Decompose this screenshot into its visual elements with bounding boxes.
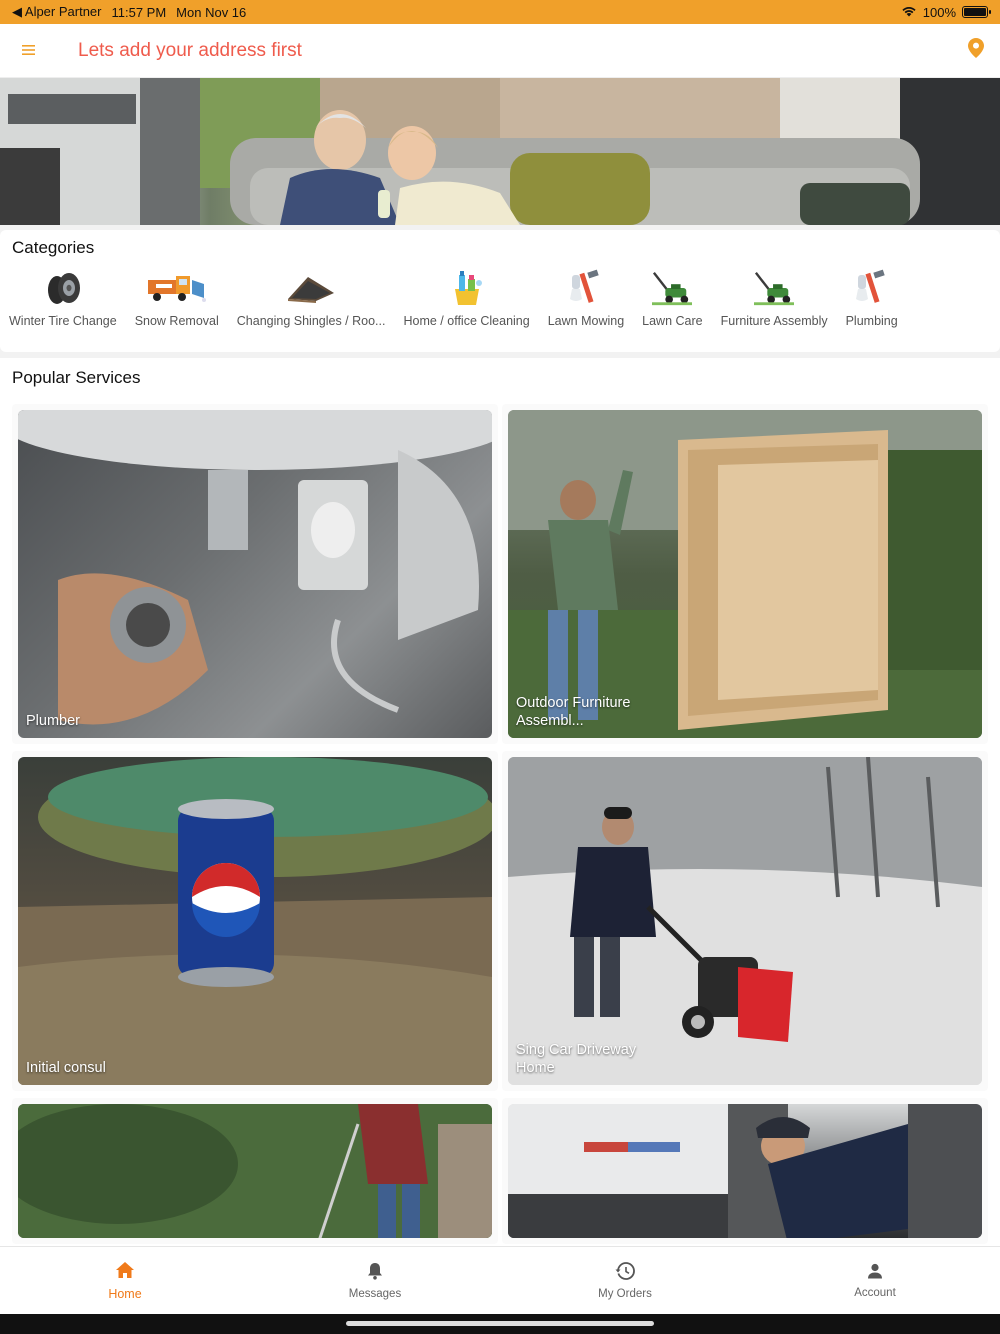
bottom-tab-bar: Home Messages My Orders Account xyxy=(0,1246,1000,1314)
category-label: Lawn Care xyxy=(642,314,703,328)
pipe-wrench-icon xyxy=(566,268,606,308)
service-image: Plumber xyxy=(18,410,492,738)
category-label: Furniture Assembly xyxy=(720,314,828,328)
map-pin-icon xyxy=(968,38,984,63)
tab-my-orders[interactable]: My Orders xyxy=(500,1247,750,1314)
menu-button[interactable] xyxy=(0,24,56,78)
service-image xyxy=(18,1104,492,1238)
categories-list[interactable]: Winter Tire Change Snow Removal Changing… xyxy=(0,268,1000,328)
service-label: Outdoor Furniture Assembl... xyxy=(516,695,631,729)
tab-messages[interactable]: Messages xyxy=(250,1247,500,1314)
snow-photo xyxy=(508,757,982,1085)
service-card-initial-consul[interactable]: Initial consul xyxy=(12,751,498,1091)
category-changing-shingles[interactable]: Changing Shingles / Roo... xyxy=(228,268,395,328)
service-card-outdoor-furniture[interactable]: Outdoor Furniture Assembl... xyxy=(502,404,988,744)
bell-icon xyxy=(367,1262,383,1285)
status-time: 11:57 PM xyxy=(111,4,167,20)
service-image: Outdoor Furniture Assembl... xyxy=(508,410,982,738)
service-image: Initial consul xyxy=(18,757,492,1085)
address-prompt-title[interactable]: Lets add your address first xyxy=(78,40,302,62)
lawn-photo xyxy=(18,1104,492,1238)
home-indicator[interactable] xyxy=(346,1321,654,1326)
tire-icon xyxy=(43,268,83,308)
category-label: Changing Shingles / Roo... xyxy=(236,314,386,328)
pipe-wrench-icon xyxy=(852,268,892,308)
category-label: Home / office Cleaning xyxy=(403,314,530,328)
service-label: Plumber xyxy=(26,713,80,729)
roof-icon xyxy=(285,268,337,308)
category-lawn-care[interactable]: Lawn Care xyxy=(633,268,711,328)
service-card-plumber[interactable]: Plumber xyxy=(12,404,498,744)
home-indicator-area xyxy=(0,1314,1000,1334)
popular-services-section: Popular Services Plumber Outdoor Furnitu… xyxy=(0,358,1000,1258)
cleaning-supplies-icon xyxy=(447,268,487,308)
lawn-mower-icon xyxy=(754,268,795,308)
home-icon xyxy=(115,1261,135,1284)
back-to-app-link[interactable]: ◀ Alper Partner xyxy=(12,4,101,20)
category-label: Plumbing xyxy=(845,314,898,328)
app-header: Lets add your address first xyxy=(0,24,1000,78)
hamburger-menu-icon xyxy=(21,42,35,60)
furniture-photo xyxy=(508,410,982,738)
categories-title: Categories xyxy=(12,238,95,257)
categories-section: Categories Winter Tire Change Snow Remov… xyxy=(0,230,1000,352)
service-card-lawn[interactable] xyxy=(12,1098,498,1244)
tab-label: Home xyxy=(108,1286,142,1301)
truck-photo xyxy=(508,1104,982,1238)
service-card-sing-car-driveway[interactable]: Sing Car Driveway Home xyxy=(502,751,988,1091)
category-furniture-assembly[interactable]: Furniture Assembly xyxy=(712,268,837,328)
service-image: Sing Car Driveway Home xyxy=(508,757,982,1085)
category-plumbing[interactable]: Plumbing xyxy=(837,268,907,328)
popular-services-title: Popular Services xyxy=(12,368,141,387)
wifi-icon xyxy=(901,5,917,20)
status-date: Mon Nov 16 xyxy=(176,4,247,20)
category-snow-removal[interactable]: Snow Removal xyxy=(126,268,228,328)
snow-plow-truck-icon xyxy=(145,268,209,308)
tab-label: My Orders xyxy=(598,1287,652,1300)
category-label: Snow Removal xyxy=(134,314,219,328)
history-icon xyxy=(615,1261,635,1285)
category-label: Lawn Mowing xyxy=(547,314,625,328)
consul-photo xyxy=(18,757,492,1085)
hero-illustration xyxy=(0,78,1000,225)
battery-level xyxy=(964,8,986,16)
tab-label: Account xyxy=(854,1286,896,1299)
service-card-truck[interactable] xyxy=(502,1098,988,1244)
category-label: Winter Tire Change xyxy=(9,314,117,328)
service-label: Sing Car Driveway Home xyxy=(516,1042,637,1076)
service-label: Initial consul xyxy=(26,1060,106,1076)
tab-home[interactable]: Home xyxy=(0,1247,250,1314)
category-winter-tire-change[interactable]: Winter Tire Change xyxy=(0,268,126,328)
person-icon xyxy=(867,1263,883,1284)
tab-label: Messages xyxy=(348,1287,402,1300)
status-bar: ◀ Alper Partner 11:57 PM Mon Nov 16 100% xyxy=(0,0,1000,24)
hero-banner-image xyxy=(0,78,1000,225)
service-image xyxy=(508,1104,982,1238)
location-button[interactable] xyxy=(952,24,1000,78)
category-lawn-mowing[interactable]: Lawn Mowing xyxy=(539,268,633,328)
lawn-mower-icon xyxy=(652,268,693,308)
category-home-office-cleaning[interactable]: Home / office Cleaning xyxy=(394,268,538,328)
tab-account[interactable]: Account xyxy=(750,1247,1000,1314)
plumber-photo xyxy=(18,410,492,725)
battery-icon xyxy=(962,6,991,18)
battery-percent: 100% xyxy=(922,4,956,20)
